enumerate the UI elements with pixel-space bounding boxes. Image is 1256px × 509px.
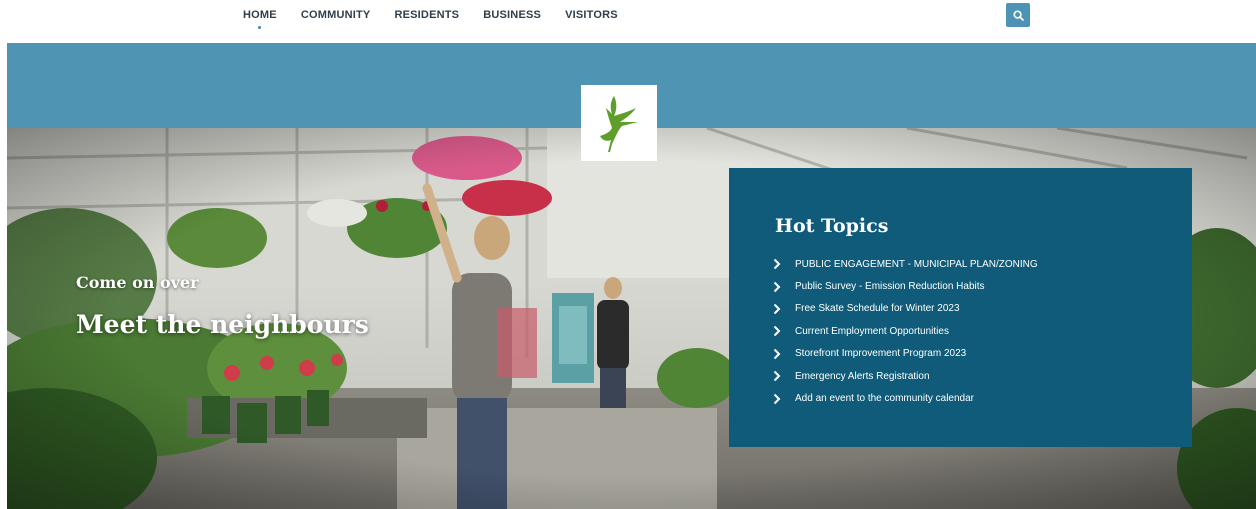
hot-topic-link[interactable]: Storefront Improvement Program 2023 <box>795 348 966 359</box>
hot-topic-item[interactable]: Storefront Improvement Program 2023 <box>773 343 1038 365</box>
hero-title: Meet the neighbours <box>76 310 369 339</box>
hot-topic-link[interactable]: Emergency Alerts Registration <box>795 371 930 382</box>
hot-topics-title: Hot Topics <box>775 215 889 237</box>
hot-topic-item[interactable]: PUBLIC ENGAGEMENT - MUNICIPAL PLAN/ZONIN… <box>773 253 1038 275</box>
hot-topic-link[interactable]: PUBLIC ENGAGEMENT - MUNICIPAL PLAN/ZONIN… <box>795 259 1038 270</box>
nav-home[interactable]: HOME <box>243 9 277 29</box>
hot-topic-item[interactable]: Free Skate Schedule for Winter 2023 <box>773 298 1038 320</box>
hot-topic-item[interactable]: Emergency Alerts Registration <box>773 365 1038 387</box>
heron-icon <box>600 96 638 152</box>
chevron-right-icon <box>773 348 781 359</box>
site-logo[interactable] <box>581 85 657 161</box>
search-icon <box>1012 9 1024 21</box>
hot-topic-item[interactable]: Add an event to the community calendar <box>773 387 1038 409</box>
nav-business[interactable]: BUSINESS <box>483 9 541 21</box>
hot-topics-list: PUBLIC ENGAGEMENT - MUNICIPAL PLAN/ZONIN… <box>773 253 1038 410</box>
hot-topic-item[interactable]: Public Survey - Emission Reduction Habit… <box>773 275 1038 297</box>
hot-topic-link[interactable]: Current Employment Opportunities <box>795 326 949 337</box>
chevron-right-icon <box>773 281 781 292</box>
hot-topic-item[interactable]: Current Employment Opportunities <box>773 320 1038 342</box>
hot-topics-panel: Hot Topics PUBLIC ENGAGEMENT - MUNICIPAL… <box>729 168 1192 447</box>
nav-community[interactable]: COMMUNITY <box>301 9 371 21</box>
chevron-right-icon <box>773 326 781 337</box>
hot-topic-link[interactable]: Add an event to the community calendar <box>795 393 974 404</box>
nav-visitors[interactable]: VISITORS <box>565 9 618 21</box>
main-menu: HOME COMMUNITY RESIDENTS BUSINESS VISITO… <box>243 9 642 29</box>
chevron-right-icon <box>773 370 781 382</box>
top-navigation: HOME COMMUNITY RESIDENTS BUSINESS VISITO… <box>0 0 1256 43</box>
search-button[interactable] <box>1006 3 1030 27</box>
hot-topic-link[interactable]: Public Survey - Emission Reduction Habit… <box>795 281 985 292</box>
chevron-right-icon <box>773 258 781 270</box>
hot-topic-link[interactable]: Free Skate Schedule for Winter 2023 <box>795 303 960 314</box>
hero-subtitle: Come on over <box>76 273 199 292</box>
chevron-right-icon <box>773 393 781 404</box>
nav-residents[interactable]: RESIDENTS <box>394 9 459 21</box>
chevron-right-icon <box>773 303 781 315</box>
